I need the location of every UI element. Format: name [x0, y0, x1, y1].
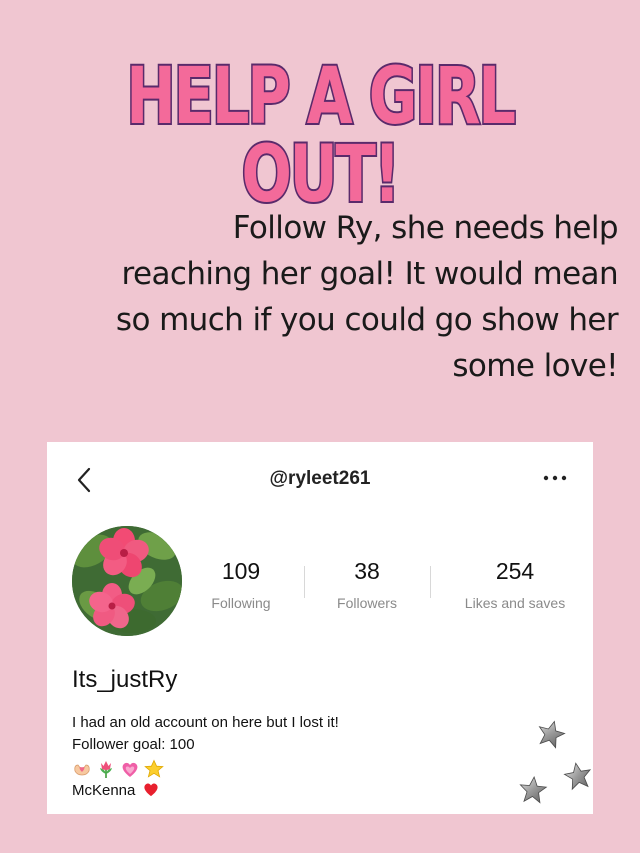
display-name: Its_justRy — [72, 666, 178, 693]
more-horizontal-icon — [543, 475, 567, 481]
red-heart-icon — [143, 783, 158, 797]
bio-line: Follower goal: 100 — [72, 736, 195, 753]
message-line: some love! — [452, 348, 618, 384]
silver-star-icon — [519, 720, 592, 804]
hibiscus-photo — [72, 526, 182, 636]
headline-title: HELP A GIRL OUT! — [125, 52, 518, 220]
profile-card: @ryleet261 109 Following 38 Followers 25… — [47, 442, 593, 814]
stat-likes-saves[interactable]: 254 Likes and saves — [457, 558, 573, 611]
message-line: Follow Ry, she needs help — [232, 210, 619, 246]
stat-following[interactable]: 109 Following — [207, 558, 275, 611]
bio-emoji-row — [72, 758, 339, 780]
following-label: Following — [211, 595, 271, 611]
bio-signature: McKenna — [72, 782, 136, 799]
stat-divider — [304, 566, 305, 598]
message-line: reaching her goal! It would mean — [121, 256, 619, 292]
followers-label: Followers — [337, 595, 397, 611]
bio-line: I had an old account on here but I lost … — [72, 714, 339, 731]
stat-followers[interactable]: 38 Followers — [327, 558, 407, 611]
bio-line-signature: McKenna — [72, 780, 339, 802]
profile-bio: I had an old account on here but I lost … — [72, 712, 339, 802]
profile-topbar: @ryleet261 — [47, 442, 593, 512]
message-text: Follow Ry, she needs help reaching her g… — [8, 205, 619, 389]
stat-divider — [430, 566, 431, 598]
hands-heart-icon — [72, 759, 92, 779]
sparkling-heart-icon — [120, 759, 140, 779]
message-line: so much if you could go show her — [115, 302, 619, 338]
avatar[interactable] — [72, 526, 182, 636]
star-icon — [144, 759, 164, 779]
profile-handle: @ryleet261 — [269, 468, 371, 489]
likes-saves-label: Likes and saves — [464, 595, 566, 611]
star-decorations — [503, 712, 593, 812]
tulip-icon — [96, 759, 116, 779]
following-count: 109 — [221, 558, 261, 584]
more-options-button[interactable] — [541, 468, 569, 488]
likes-saves-count: 254 — [495, 558, 535, 584]
followers-count: 38 — [354, 558, 380, 584]
